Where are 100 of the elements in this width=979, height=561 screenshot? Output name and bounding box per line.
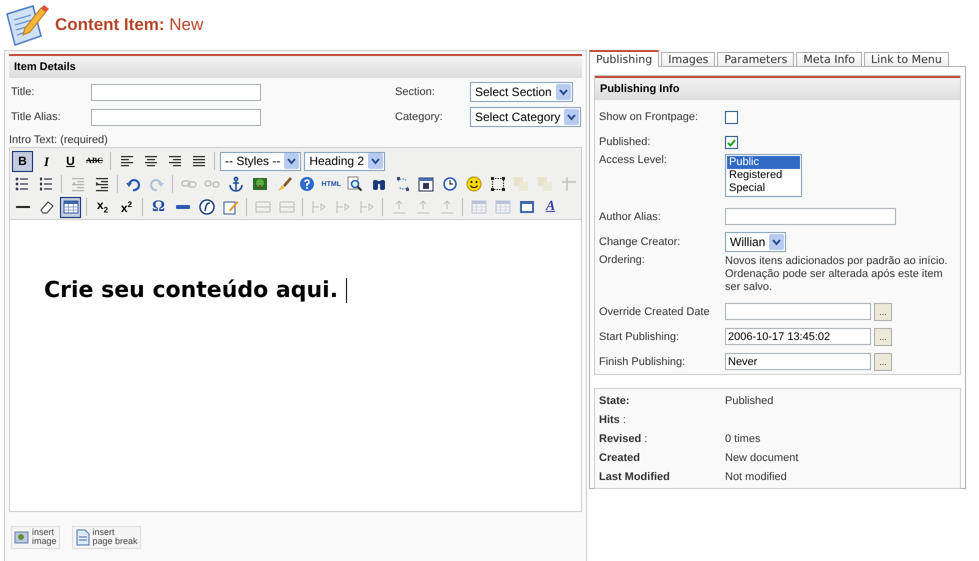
- input-field[interactable]: [91, 108, 261, 126]
- align-left-icon: [118, 153, 134, 169]
- date-field[interactable]: Never: [725, 353, 871, 370]
- field-label: Title:: [11, 86, 36, 98]
- clock-icon: [442, 176, 458, 192]
- insert-image-button[interactable]: insert image: [11, 526, 60, 549]
- format-button[interactable]: I: [36, 150, 57, 172]
- info-value: New document: [725, 452, 800, 464]
- document-icon: [74, 528, 91, 546]
- date-field[interactable]: 2006-10-17 13:45:02: [725, 328, 871, 345]
- bullet-list-icon: [14, 176, 30, 192]
- info-value: Published: [725, 394, 774, 406]
- input-field[interactable]: [725, 208, 896, 225]
- field-label: Finish Publishing:: [599, 356, 686, 368]
- toolbar-button[interactable]: [60, 196, 81, 218]
- list-option[interactable]: Special: [727, 182, 800, 195]
- calendar-button[interactable]: ...: [874, 328, 892, 346]
- layers-icon: [513, 176, 530, 192]
- plus-icon: [560, 176, 577, 192]
- calendar-icon: [418, 176, 434, 192]
- format-button[interactable]: Ω: [148, 196, 169, 218]
- dropdown-value: Select Category: [475, 110, 560, 124]
- format-button[interactable]: ABC: [84, 150, 105, 172]
- dropdown[interactable]: Select Category: [470, 107, 582, 127]
- caret-icon: [556, 84, 571, 100]
- dropdown[interactable]: Select Section: [470, 82, 573, 102]
- field-label: Show on Frontpage:: [599, 110, 700, 122]
- field-label: Category:: [395, 111, 444, 123]
- editor-area[interactable]: Crie seu conteúdo aqui.: [10, 220, 581, 511]
- access-listbox[interactable]: Public Registered Special: [725, 154, 802, 197]
- tab[interactable]: Link to Menu: [864, 52, 949, 66]
- search-icon: [347, 176, 364, 192]
- checkbox[interactable]: [725, 111, 738, 124]
- format-button[interactable]: x$^{2}$: [116, 196, 137, 218]
- section-title: Publishing Info: [600, 83, 680, 95]
- editor-heading: Crie seu conteúdo aqui.: [44, 278, 348, 303]
- checkbox[interactable]: [725, 136, 738, 149]
- tab[interactable]: Meta Info: [796, 52, 862, 66]
- image-icon: [252, 176, 268, 192]
- justify-icon: [190, 153, 206, 169]
- brush-icon: [276, 176, 292, 192]
- tab[interactable]: Publishing: [589, 50, 660, 67]
- tab[interactable]: Images: [661, 52, 716, 66]
- smiley-icon: [466, 176, 482, 192]
- info-label: Created: [599, 452, 641, 464]
- field-label: Author Alias:: [599, 210, 662, 222]
- list-option[interactable]: Public: [727, 156, 800, 169]
- field-label: Intro Text: (required): [9, 134, 109, 146]
- info-label: Hits :: [599, 414, 627, 426]
- caret-icon: [769, 234, 784, 250]
- caret-icon: [368, 153, 384, 169]
- calendar-button[interactable]: ...: [874, 302, 892, 320]
- tab[interactable]: Parameters: [717, 52, 794, 66]
- edit-icon: [222, 199, 238, 215]
- field-label: Title Alias:: [11, 111, 62, 123]
- format-button[interactable]: x$_{2}$: [92, 196, 113, 218]
- creator-dropdown[interactable]: Willian: [725, 232, 786, 252]
- undo-icon: [125, 176, 142, 192]
- align-right-icon: [166, 153, 182, 169]
- style-dropdown[interactable]: Heading 2: [304, 152, 386, 170]
- preview-icon: [518, 199, 534, 215]
- section-title: Item Details: [14, 61, 76, 73]
- date-field[interactable]: [725, 303, 871, 320]
- layers-icon: [537, 176, 553, 192]
- dropdown-value: -- Styles --: [225, 154, 280, 168]
- cells-icon: [278, 199, 294, 215]
- info-value: Not modified: [725, 470, 788, 482]
- table-icon: [494, 199, 510, 215]
- info-label: State:: [599, 394, 631, 406]
- outdent-icon: [70, 176, 86, 192]
- page-title: Content Item: New: [55, 15, 204, 35]
- calendar-button[interactable]: ...: [874, 352, 892, 370]
- input-field[interactable]: [91, 84, 261, 100]
- field-label: Access Level:: [599, 154, 668, 166]
- caret-icon: [284, 153, 300, 169]
- list-option[interactable]: Registered: [727, 169, 800, 182]
- horizontal-rule-icon: [16, 206, 30, 208]
- picture-icon: [14, 529, 30, 546]
- field-label: Override Created Date: [599, 306, 711, 318]
- dropdown-value: Select Section: [475, 85, 552, 99]
- info-value: 0 times: [725, 432, 762, 444]
- cells-icon: [254, 199, 270, 215]
- insert-page-break-button[interactable]: insert page break: [72, 526, 141, 549]
- caret-icon: [564, 109, 580, 125]
- help-icon: [299, 176, 316, 192]
- format-button[interactable]: B: [12, 150, 33, 172]
- field-label: Ordering:: [599, 254, 646, 266]
- field-label: Start Publishing:: [599, 330, 680, 342]
- dropdown-value: Willian: [730, 234, 766, 248]
- ordering-note: Novos itens adicionados por padrão ao início. Ordenação pode ser alterada após este item ser salvo.: [725, 254, 949, 295]
- field-label: Change Creator:: [599, 236, 682, 248]
- style-dropdown[interactable]: -- Styles --: [220, 152, 302, 170]
- info-label: Revised :: [599, 432, 648, 444]
- anchor-icon: [228, 176, 244, 192]
- align-center-icon: [142, 153, 158, 169]
- indent-icon: [94, 176, 110, 192]
- format-button[interactable]: A: [540, 196, 561, 218]
- format-button[interactable]: U: [60, 150, 81, 172]
- document-pencil-icon: [3, 2, 49, 48]
- frame-icon: [490, 176, 506, 192]
